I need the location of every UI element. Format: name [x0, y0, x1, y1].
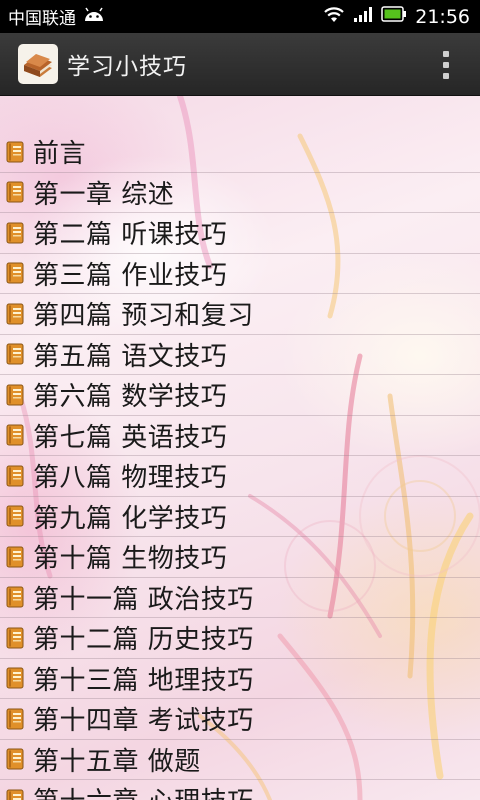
chapter-label: 第十三篇 地理技巧 [33, 665, 254, 696]
chapter-list-area[interactable]: 前言 第一章 综述 第二篇 听课技巧 第三篇 作业技巧 第四篇 预习和复习 第五… [0, 96, 480, 800]
book-icon [6, 424, 24, 446]
chapter-row-16[interactable]: 第十六章 心理技巧 [0, 780, 480, 800]
chapter-row-7[interactable]: 第七篇 英语技巧 [0, 416, 480, 456]
chapter-row-4[interactable]: 第四篇 预习和复习 [0, 294, 480, 335]
book-icon [6, 546, 24, 568]
chapter-row-10[interactable]: 第十篇 生物技巧 [0, 537, 480, 578]
chapter-label: 第二篇 听课技巧 [33, 220, 228, 251]
book-icon [6, 181, 24, 203]
chapter-label: 第三篇 作业技巧 [33, 260, 228, 291]
chapter-row-13[interactable]: 第十三篇 地理技巧 [0, 659, 480, 699]
book-icon [6, 384, 24, 406]
chapter-row-11[interactable]: 第十一篇 政治技巧 [0, 578, 480, 618]
book-icon [6, 465, 24, 487]
chapter-row-14[interactable]: 第十四章 考试技巧 [0, 699, 480, 740]
chapter-row-15[interactable]: 第十五章 做题 [0, 740, 480, 780]
signal-icon [353, 5, 373, 28]
chapter-row-3[interactable]: 第三篇 作业技巧 [0, 254, 480, 294]
book-app-icon[interactable] [18, 44, 58, 84]
chapter-label: 第一章 综述 [33, 179, 175, 210]
clock: 21:56 [415, 5, 470, 28]
chapter-row-0[interactable]: 前言 [0, 132, 480, 173]
book-icon [6, 262, 24, 284]
book-icon [6, 627, 24, 649]
book-icon [6, 708, 24, 730]
chapter-label: 第十二篇 历史技巧 [33, 625, 254, 656]
book-icon [6, 343, 24, 365]
android-icon [82, 5, 106, 28]
chapter-label: 第十篇 生物技巧 [33, 544, 228, 575]
status-bar: 中国联通 21:56 [0, 0, 480, 33]
book-icon [6, 789, 24, 800]
app-title: 学习小技巧 [67, 54, 187, 80]
chapter-row-6[interactable]: 第六篇 数学技巧 [0, 375, 480, 416]
chapter-label: 第六篇 数学技巧 [33, 382, 228, 413]
chapter-row-8[interactable]: 第八篇 物理技巧 [0, 456, 480, 497]
chapter-label: 第七篇 英语技巧 [33, 422, 228, 453]
chapter-row-9[interactable]: 第九篇 化学技巧 [0, 497, 480, 537]
book-icon [6, 505, 24, 527]
chapter-label: 第四篇 预习和复习 [33, 301, 254, 332]
book-icon [6, 141, 24, 163]
book-icon [6, 667, 24, 689]
chapter-label: 前言 [33, 139, 87, 170]
chapter-label: 第十四章 考试技巧 [33, 706, 254, 737]
book-icon [6, 748, 24, 770]
battery-icon [381, 6, 407, 27]
chapter-label: 第八篇 物理技巧 [33, 463, 228, 494]
chapter-row-2[interactable]: 第二篇 听课技巧 [0, 213, 480, 254]
book-icon [6, 222, 24, 244]
chapter-list: 前言 第一章 综述 第二篇 听课技巧 第三篇 作业技巧 第四篇 预习和复习 第五… [0, 132, 480, 800]
chapter-label: 第九篇 化学技巧 [33, 503, 228, 534]
chapter-label: 第十六章 心理技巧 [33, 781, 254, 800]
overflow-menu-icon[interactable] [442, 51, 450, 79]
chapter-label: 第十一篇 政治技巧 [33, 584, 254, 615]
chapter-row-5[interactable]: 第五篇 语文技巧 [0, 335, 480, 375]
action-bar: 学习小技巧 [0, 33, 480, 96]
wifi-icon [323, 5, 345, 28]
chapter-row-12[interactable]: 第十二篇 历史技巧 [0, 618, 480, 659]
book-icon [6, 586, 24, 608]
chapter-label: 第五篇 语文技巧 [33, 341, 228, 372]
book-icon [6, 303, 24, 325]
chapter-row-1[interactable]: 第一章 综述 [0, 173, 480, 213]
carrier-label: 中国联通 [8, 9, 76, 29]
chapter-label: 第十五章 做题 [33, 746, 201, 777]
